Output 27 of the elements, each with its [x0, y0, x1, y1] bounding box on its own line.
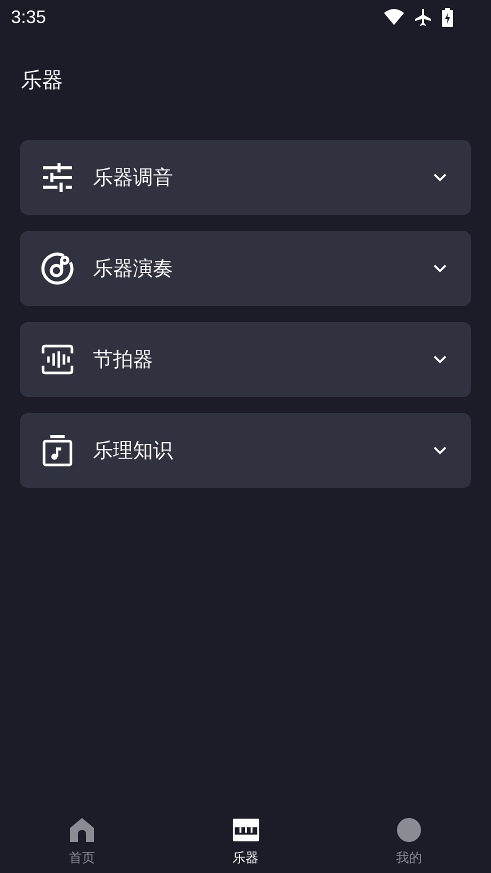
- section-title: 节拍器: [93, 346, 154, 373]
- section-title: 乐理知识: [93, 437, 174, 464]
- section-card[interactable]: 乐器演奏: [20, 231, 471, 306]
- chevron-icon: [433, 264, 447, 273]
- nav-tab[interactable]: 我的: [327, 803, 491, 873]
- battery-icon: [442, 8, 453, 26]
- home-icon: [68, 817, 96, 843]
- nav-tab[interactable]: 首页: [0, 803, 164, 873]
- keyboard-icon: [232, 817, 260, 843]
- note-disc-icon: [41, 252, 74, 285]
- sliders-icon: [41, 161, 74, 194]
- nav-tab[interactable]: 乐器: [164, 803, 328, 873]
- profile-icon: [395, 817, 424, 843]
- chevron-icon: [433, 173, 447, 182]
- section-card[interactable]: 节拍器: [20, 322, 471, 397]
- airplane-icon: [414, 8, 432, 26]
- waveform-icon: [41, 343, 74, 376]
- section-title: 乐器演奏: [93, 255, 174, 282]
- page-title: 乐器: [21, 67, 63, 94]
- chevron-icon: [433, 355, 447, 364]
- section-card[interactable]: 乐器调音: [20, 140, 471, 215]
- status-time: 3:35: [11, 6, 46, 28]
- section-card[interactable]: 乐理知识: [20, 413, 471, 488]
- note-box-icon: [41, 434, 74, 467]
- chevron-icon: [433, 446, 447, 455]
- wifi-icon: [384, 9, 404, 25]
- section-title: 乐器调音: [93, 164, 174, 191]
